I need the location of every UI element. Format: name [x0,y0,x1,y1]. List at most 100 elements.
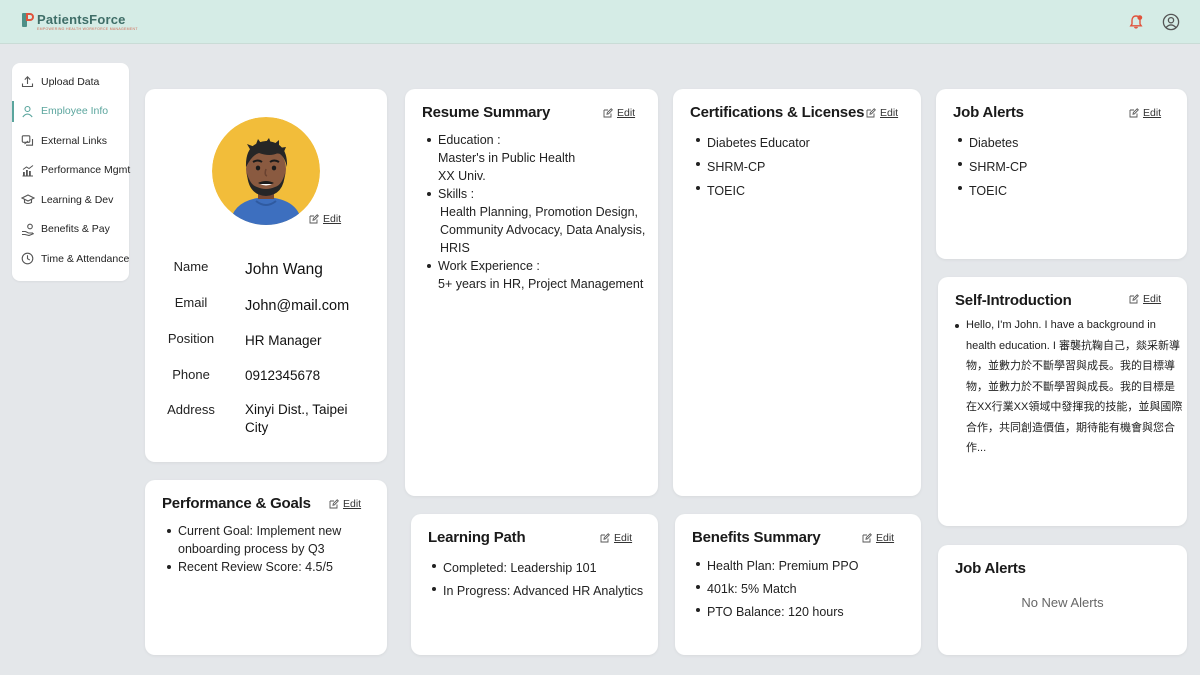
edit-self-intro-button[interactable]: Edit [1129,293,1161,305]
sidebar-item-upload-data[interactable]: Upload Data [12,67,129,97]
sidebar-item-label: External Links [41,134,107,147]
job-alerts-list: Diabetes SHRM-CP TOEIC [957,131,1167,203]
certifications-card: Certifications & Licenses Edit Diabetes … [673,89,921,496]
field-label: Email [174,295,208,310]
upload-icon [20,74,35,89]
sidebar: Upload Data Employee Info External Links… [12,63,131,281]
edit-icon [1129,108,1139,118]
edit-label: Edit [1143,293,1162,305]
profile-address-value: Xinyi Dist., Taipei City [245,402,348,435]
self-introduction-card: Self-Introduction Edit Hello, I'm John. … [938,277,1187,526]
edit-label: Edit [343,498,362,510]
edit-label: Edit [323,213,342,225]
learning-list: Completed: Leadership 101 In Progress: A… [431,557,656,603]
hand-coin-icon [20,222,35,237]
card-title: Job Alerts [955,560,1026,577]
edit-benefits-button[interactable]: Edit [862,532,894,544]
card-title: Self-Introduction [955,292,1072,309]
edit-icon [1129,294,1139,304]
profile-card: Edit Name John Wang Email John@mail.com … [145,89,387,462]
sidebar-item-learning-dev[interactable]: Learning & Dev [12,185,129,215]
edit-label: Edit [614,532,633,544]
link-icon [20,133,35,148]
list-item: SHRM-CP [957,155,1167,179]
logo-mark-icon [22,13,34,27]
bell-icon[interactable] [1128,14,1144,30]
sidebar-item-label: Time & Attendance [41,252,130,265]
sidebar-item-label: Learning & Dev [41,193,114,206]
edit-icon [329,499,339,509]
edit-label: Edit [617,107,636,119]
edit-icon [866,108,876,118]
list-item: Diabetes Educator [695,131,905,155]
field-label: Name [173,259,209,274]
edit-label: Edit [1143,107,1162,119]
list-item: PTO Balance: 120 hours [695,601,915,624]
sidebar-item-performance-mgmt[interactable]: Performance Mgmt [12,156,131,186]
edit-avatar-button[interactable]: Edit [309,213,341,225]
list-item-work: Work Experience : 5+ years in HR, Projec… [426,257,651,293]
edit-label: Edit [876,532,895,544]
list-item: TOEIC [695,179,905,203]
profile-phone-value: 0912345678 [245,368,321,383]
list-item: Recent Review Score: 4.5/5 [166,558,366,576]
list-item: In Progress: Advanced HR Analytics [431,580,656,603]
sidebar-item-external-links[interactable]: External Links [12,126,129,156]
self-intro-text: Hello, I'm John. I have a background in … [953,315,1185,459]
edit-icon [603,108,613,118]
card-title: Certifications & Licenses [690,104,865,121]
card-title: Job Alerts [953,104,1024,121]
card-title: Performance & Goals [162,495,311,512]
list-item-skills: Skills : Health Planning, Promotion Desi… [426,185,651,257]
job-alerts-empty-card: Job Alerts No New Alerts [938,545,1187,655]
sidebar-item-employee-info[interactable]: Employee Info [12,97,129,127]
edit-job-alerts-button[interactable]: Edit [1129,107,1161,119]
edit-resume-button[interactable]: Edit [603,107,635,119]
list-item: SHRM-CP [695,155,905,179]
benefits-list: Health Plan: Premium PPO 401k: 5% Match … [695,555,915,624]
list-item: Completed: Leadership 101 [431,557,656,580]
job-alerts-card: Job Alerts Edit Diabetes SHRM-CP TOEIC [936,89,1187,259]
app-logo[interactable]: PatientsForce EMPOWERING HEALTH WORKFORC… [22,12,138,31]
edit-icon [600,533,610,543]
profile-email-value: John@mail.com [245,298,350,314]
clock-icon [20,251,35,266]
card-title: Learning Path [428,529,526,546]
user-circle-icon[interactable] [1162,13,1180,31]
list-item: Current Goal: Implement new onboarding p… [166,522,366,558]
edit-certifications-button[interactable]: Edit [866,107,898,119]
learning-path-card: Learning Path Edit Completed: Leadership… [411,514,658,655]
edit-performance-button[interactable]: Edit [329,498,361,510]
edit-icon [309,214,319,224]
card-title: Resume Summary [422,104,551,121]
certifications-list: Diabetes Educator SHRM-CP TOEIC [695,131,905,203]
list-item: Health Plan: Premium PPO [695,555,915,578]
resume-list: Education : Master's in Public Health XX… [426,131,651,293]
top-bar: PatientsForce EMPOWERING HEALTH WORKFORC… [0,0,1200,44]
benefits-summary-card: Benefits Summary Edit Health Plan: Premi… [675,514,921,655]
sidebar-item-label: Performance Mgmt [41,164,131,177]
profile-name-value: John Wang [245,261,323,278]
sidebar-item-time-attendance[interactable]: Time & Attendance [12,244,129,274]
list-item: 401k: 5% Match [695,578,915,601]
list-item: TOEIC [957,179,1167,203]
list-item-education: Education : Master's in Public Health XX… [426,131,651,185]
graduation-cap-icon [20,192,35,207]
edit-learning-button[interactable]: Edit [600,532,632,544]
card-title: Benefits Summary [692,529,821,546]
field-label: Address [167,402,215,417]
sidebar-item-benefits-pay[interactable]: Benefits & Pay [12,215,129,245]
list-item: Diabetes [957,131,1167,155]
edit-icon [862,533,872,543]
sidebar-item-label: Benefits & Pay [41,223,110,236]
edit-label: Edit [880,107,899,119]
sidebar-item-label: Upload Data [41,75,100,88]
avatar[interactable] [212,117,320,225]
person-icon [20,104,35,119]
performance-list: Current Goal: Implement new onboarding p… [166,522,366,576]
app-name: PatientsForce [37,12,126,27]
chart-icon [20,163,35,178]
field-label: Position [167,331,215,346]
resume-summary-card: Resume Summary Edit Education : Master's… [405,89,658,496]
sidebar-item-label: Employee Info [41,105,109,118]
